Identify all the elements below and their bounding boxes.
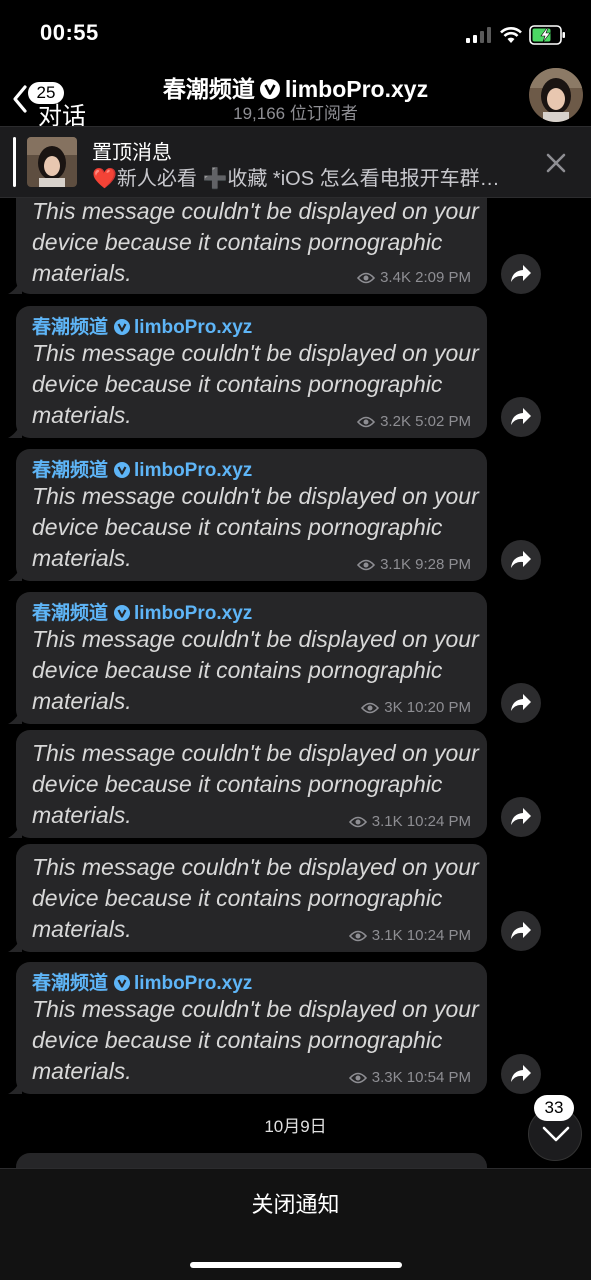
message-bubble[interactable]: 春潮频道 limboPro.xyz This message couldn't b…	[8, 449, 487, 581]
eye-icon	[348, 930, 367, 942]
verified-icon	[259, 79, 280, 99]
status-time: 00:55	[40, 20, 99, 45]
verified-icon	[114, 462, 131, 478]
bubble-tail	[8, 278, 22, 294]
eye-icon	[348, 816, 367, 828]
bubble-tail	[8, 822, 22, 838]
share-button[interactable]	[501, 254, 541, 294]
message-meta: 3.1K 10:24 PM	[348, 927, 471, 944]
message-author[interactable]: 春潮频道 limboPro.xyz	[32, 968, 252, 995]
author-handle: limboPro.xyz	[134, 460, 253, 481]
share-icon	[511, 265, 531, 282]
message-bubble[interactable]: This message couldn't be displayed on yo…	[8, 198, 487, 294]
view-count: 3.3K	[371, 1069, 403, 1086]
share-button[interactable]	[501, 1054, 541, 1094]
pinned-indicator	[13, 137, 16, 187]
wifi-icon	[500, 27, 522, 43]
share-icon	[511, 408, 531, 425]
author-handle: limboPro.xyz	[134, 973, 253, 994]
close-icon[interactable]	[542, 149, 570, 177]
bubble-tail	[8, 936, 22, 952]
message-time: 10:24 PM	[406, 813, 471, 830]
signal-icon	[466, 27, 491, 43]
verified-icon	[114, 605, 131, 621]
share-icon	[511, 1065, 531, 1082]
author-name: 春潮频道	[32, 460, 109, 481]
message-meta: 3.1K 9:28 PM	[357, 556, 471, 573]
message-bubble[interactable]: 春潮频道 limboPro.xyz This message couldn't b…	[8, 962, 487, 1094]
date-separator: 10月9日	[0, 1112, 591, 1138]
share-button[interactable]	[501, 797, 541, 837]
message-author[interactable]: 春潮频道 limboPro.xyz	[32, 598, 252, 625]
message-bubble[interactable]: 春潮频道 limboPro.xyz This message couldn't b…	[8, 592, 487, 724]
message-meta: 3K 10:20 PM	[361, 699, 471, 716]
message-time: 9:28 PM	[415, 556, 471, 573]
pinned-message[interactable]: 置顶消息 ❤️新人必看 ➕收藏 *iOS 怎么看电报开车群…	[0, 126, 591, 198]
battery-charging-icon	[529, 25, 565, 45]
view-count: 3.4K	[380, 269, 411, 286]
message-meta: 3.3K 10:54 PM	[348, 1069, 471, 1086]
subscriber-count: 19,166 位订阅者	[233, 104, 358, 123]
eye-icon	[357, 559, 376, 571]
share-button[interactable]	[501, 397, 541, 437]
eye-icon	[357, 416, 376, 428]
share-button[interactable]	[501, 911, 541, 951]
view-count: 3.1K	[380, 556, 411, 573]
message-meta: 3.2K 5:02 PM	[357, 413, 471, 430]
author-handle: limboPro.xyz	[134, 317, 253, 338]
share-button[interactable]	[501, 540, 541, 580]
message-time: 10:54 PM	[406, 1069, 471, 1086]
message-bubble[interactable]: This message couldn't be displayed on yo…	[8, 730, 487, 838]
message-author[interactable]: 春潮频道 limboPro.xyz	[32, 312, 252, 339]
author-name: 春潮频道	[32, 317, 109, 338]
bubble-tail	[8, 1078, 22, 1094]
message-bubble[interactable]: 春潮频道 limboPro.xyz This message couldn't b…	[8, 306, 487, 438]
date-label: 10月9日	[254, 1115, 337, 1138]
channel-avatar[interactable]	[529, 68, 583, 122]
chat-header: 对话 25 春潮频道 limboPro.xyz 19,166 位订阅者	[0, 64, 591, 130]
share-icon	[511, 922, 531, 939]
view-count: 3.1K	[371, 813, 403, 830]
chevron-down-icon	[542, 1126, 570, 1142]
message-time: 10:24 PM	[406, 927, 471, 944]
share-icon	[511, 808, 531, 825]
message-time: 5:02 PM	[415, 413, 471, 430]
eye-icon	[357, 272, 376, 284]
message-time: 2:09 PM	[415, 269, 471, 286]
eye-icon	[348, 1072, 367, 1084]
unread-count-badge: 33	[534, 1095, 574, 1121]
message-author[interactable]: 春潮频道 limboPro.xyz	[32, 455, 252, 482]
message-bubble[interactable]: This message couldn't be displayed on yo…	[8, 844, 487, 952]
status-bar: 00:55	[0, 0, 591, 64]
view-count: 3K	[384, 699, 403, 716]
verified-icon	[114, 319, 131, 335]
view-count: 3.2K	[380, 413, 411, 430]
eye-icon	[361, 702, 380, 714]
share-icon	[511, 551, 531, 568]
view-count: 3.1K	[371, 927, 403, 944]
avatar	[529, 68, 583, 122]
message-time: 10:20 PM	[406, 699, 471, 716]
bubble-tail	[8, 565, 22, 581]
author-handle: limboPro.xyz	[134, 603, 253, 624]
author-name: 春潮频道	[32, 973, 109, 994]
mute-notifications-button[interactable]: 关闭通知	[0, 1187, 591, 1219]
bubble-tail	[8, 708, 22, 724]
bubble-tail	[8, 422, 22, 438]
message-meta: 3.4K 2:09 PM	[357, 269, 471, 286]
pinned-text: ❤️新人必看 ➕收藏 *iOS 怎么看电报开车群…	[92, 168, 500, 190]
message-feed[interactable]: This message couldn't be displayed on yo…	[0, 198, 591, 1168]
pinned-thumbnail	[27, 137, 77, 187]
share-button[interactable]	[501, 683, 541, 723]
message-bubble[interactable]	[16, 1153, 487, 1168]
verified-icon	[114, 975, 131, 991]
share-icon	[511, 694, 531, 711]
pinned-title: 置顶消息	[92, 142, 172, 164]
home-indicator	[190, 1262, 402, 1268]
message-meta: 3.1K 10:24 PM	[348, 813, 471, 830]
author-name: 春潮频道	[32, 603, 109, 624]
